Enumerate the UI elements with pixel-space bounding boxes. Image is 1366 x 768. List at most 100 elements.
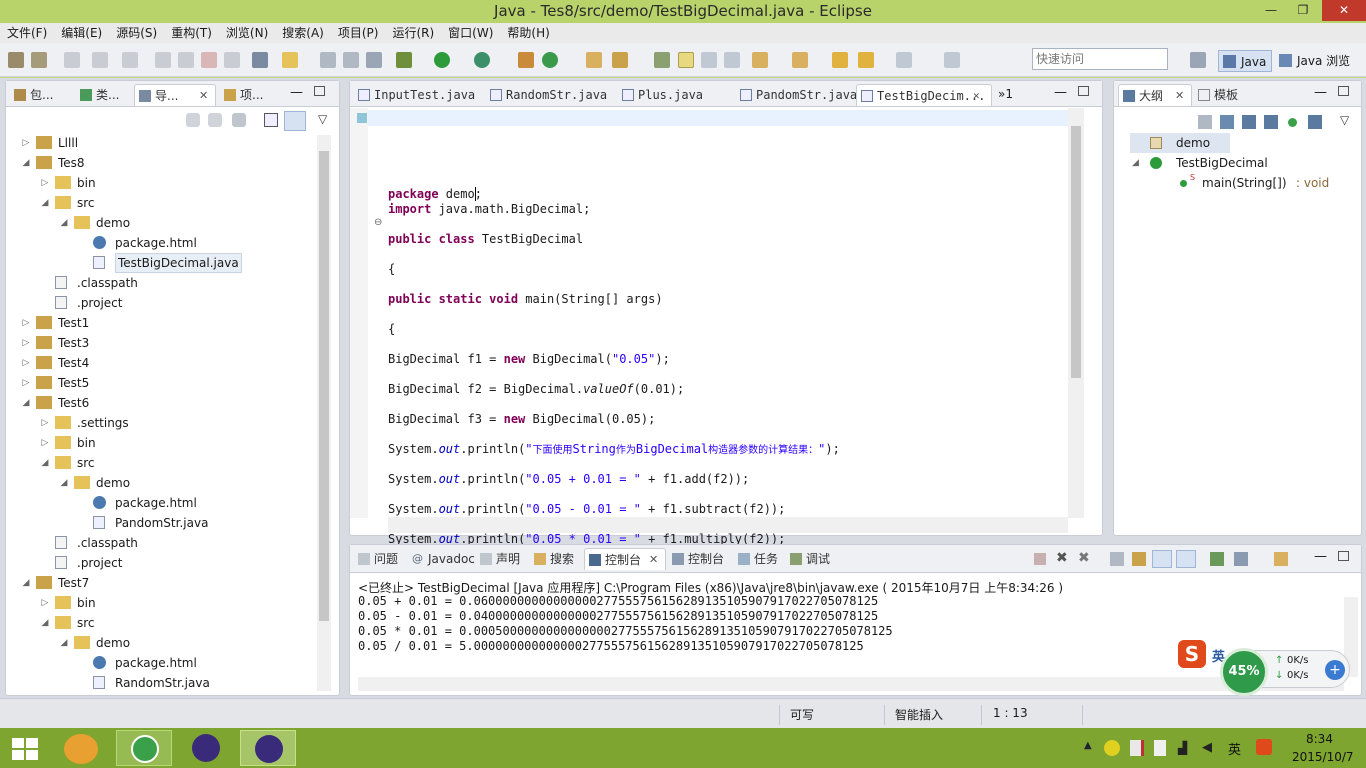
expand-arrow-icon[interactable]: ▷ (20, 353, 32, 373)
windows-start-icon[interactable] (12, 738, 38, 760)
tree-item[interactable]: package.html (6, 653, 306, 673)
code-line[interactable]: System.out.println("0.05 - 0.01 = " + f1… (388, 501, 785, 517)
code-line[interactable]: BigDecimal f1 = new BigDecimal("0.05"); (388, 351, 670, 367)
tab-debug[interactable]: 调试 (786, 548, 842, 570)
360-app-icon[interactable] (64, 734, 98, 764)
collapse-arrow-icon[interactable]: ◢ (58, 213, 70, 233)
tree-item[interactable]: TestBigDecimal.java (6, 253, 306, 273)
tree-scrollbar-thumb[interactable] (319, 151, 329, 621)
tree-item[interactable]: ▷ bin (6, 593, 306, 613)
hide-local-types-icon[interactable] (1308, 115, 1322, 129)
tab-console[interactable]: 控制台 (668, 548, 730, 570)
collapse-arrow-icon[interactable]: ◢ (58, 633, 70, 653)
close-window-button[interactable]: ✕ (1322, 0, 1366, 21)
tree-item[interactable]: ▷ bin (6, 173, 306, 193)
tree-item[interactable]: ◢ demo (6, 633, 306, 653)
collapse-arrow-icon[interactable]: ◢ (39, 453, 51, 473)
taskbar-app-eclipse-1[interactable] (178, 730, 234, 766)
sogou-logo-icon[interactable]: S (1178, 640, 1206, 668)
open-task-icon[interactable] (586, 52, 602, 68)
code-line[interactable]: BigDecimal f3 = new BigDecimal(0.05); (388, 411, 655, 427)
tree-item[interactable]: ◢ demo (6, 213, 306, 233)
save-all-icon[interactable] (343, 52, 359, 68)
show-on-output-icon[interactable] (1152, 550, 1172, 568)
tree-item[interactable]: ◢ Test6 (6, 393, 306, 413)
mark-occurrences-icon[interactable] (678, 52, 694, 68)
tree-item[interactable]: RandomStr.java (6, 673, 306, 693)
tab-pandomstr[interactable]: PandomStr.java (736, 84, 857, 106)
menu-edit[interactable]: 编辑(E) (54, 23, 109, 43)
menu-refactor[interactable]: 重构(T) (164, 23, 219, 43)
fold-icon[interactable]: ⊖ (374, 217, 382, 228)
tree-item[interactable]: ▷ Test4 (6, 353, 306, 373)
run-external-icon[interactable] (474, 52, 490, 68)
minimize-button[interactable]: — (1258, 0, 1284, 21)
taskbar-ime[interactable]: 英 (1228, 739, 1241, 758)
taskbar-app-browser[interactable] (116, 730, 172, 766)
next-annotation-icon[interactable] (752, 52, 768, 68)
suspend-icon[interactable] (178, 52, 194, 68)
code-line[interactable]: System.out.println("下面使用String作为BigDecim… (388, 441, 840, 457)
code-line[interactable]: public class TestBigDecimal (388, 231, 583, 247)
outline-class[interactable]: ◢ TestBigDecimal (1130, 153, 1330, 173)
annotation-icon[interactable] (654, 52, 670, 68)
tab-problems[interactable]: 问题 (354, 548, 408, 570)
back-icon[interactable] (122, 52, 138, 68)
open-type-icon[interactable] (31, 52, 47, 68)
tab-declaration[interactable]: 声明 (476, 548, 528, 570)
collapse-arrow-icon[interactable]: ◢ (39, 613, 51, 633)
outline-method[interactable]: S main(String[]) : void (1130, 173, 1350, 193)
sogou-tray-icon[interactable] (1256, 739, 1272, 755)
display-console-icon[interactable] (1234, 552, 1248, 566)
collapse-arrow-icon[interactable]: ◢ (20, 573, 32, 593)
disconnect-icon[interactable] (224, 52, 240, 68)
expand-arrow-icon[interactable]: ▷ (39, 173, 51, 193)
tree-item[interactable]: ▷ Test3 (6, 333, 306, 353)
menu-window[interactable]: 窗口(W) (441, 23, 500, 43)
expand-icon[interactable]: ◢ (1132, 153, 1139, 173)
maximize-console-icon[interactable] (1338, 551, 1349, 561)
perspective-java[interactable]: Java (1218, 50, 1272, 72)
prev-annotation-icon[interactable] (792, 52, 808, 68)
minimize-outline-icon[interactable]: — (1314, 85, 1327, 100)
tree-scrollbar[interactable] (317, 135, 331, 691)
last-edit-icon[interactable] (832, 52, 848, 68)
tab-inputtest[interactable]: InputTest.java (354, 84, 482, 106)
taskbar-app-eclipse-2[interactable] (240, 730, 296, 766)
hide-nonpublic-icon[interactable] (1288, 118, 1297, 127)
close-tab-icon[interactable]: ✕ (973, 85, 980, 107)
tree-item[interactable]: ◢ Test7 (6, 573, 306, 593)
redo-icon[interactable] (92, 52, 108, 68)
terminate-icon[interactable] (1034, 553, 1046, 565)
code-line[interactable]: BigDecimal f2 = BigDecimal.valueOf(0.01)… (388, 381, 684, 397)
tab-testbigdecimal[interactable]: TestBigDecim... ✕ (856, 84, 992, 106)
resume-icon[interactable] (155, 52, 171, 68)
network-icon[interactable]: ▟ (1178, 741, 1187, 755)
tree-item[interactable]: PandomStr.java (6, 513, 306, 533)
code-line[interactable]: public static void main(String[] args) (388, 291, 663, 307)
new-icon[interactable] (8, 52, 24, 68)
console-hscrollbar[interactable] (358, 677, 1344, 691)
run-icon[interactable] (434, 52, 450, 68)
skip-breakpoints-icon[interactable] (252, 52, 268, 68)
tree-item[interactable]: .project (6, 293, 306, 313)
perspective-java-browse[interactable]: Java 浏览 (1276, 50, 1354, 72)
outline-package[interactable]: demo (1130, 133, 1230, 153)
terminate-icon[interactable] (201, 52, 217, 68)
close-tab-icon[interactable]: ✕ (1175, 85, 1184, 107)
show-whitespace-icon[interactable] (724, 52, 740, 68)
show-hidden-icons[interactable]: ▲ (1084, 740, 1092, 751)
tree-item[interactable]: ◢ demo (6, 473, 306, 493)
expand-arrow-icon[interactable]: ▷ (20, 313, 32, 333)
expand-arrow-icon[interactable]: ▷ (20, 373, 32, 393)
block-selection-icon[interactable] (701, 52, 717, 68)
tree-item[interactable]: ▷ Test5 (6, 373, 306, 393)
quick-access-input[interactable]: 快速访问 (1032, 48, 1168, 70)
open-perspective-icon[interactable] (1190, 52, 1206, 68)
clear-console-icon[interactable] (1110, 552, 1124, 566)
pin-editor-icon[interactable] (944, 52, 960, 68)
undo-icon[interactable] (64, 52, 80, 68)
sort-icon[interactable] (1220, 115, 1234, 129)
scroll-lock-icon[interactable] (1132, 552, 1146, 566)
collapse-arrow-icon[interactable]: ◢ (58, 473, 70, 493)
